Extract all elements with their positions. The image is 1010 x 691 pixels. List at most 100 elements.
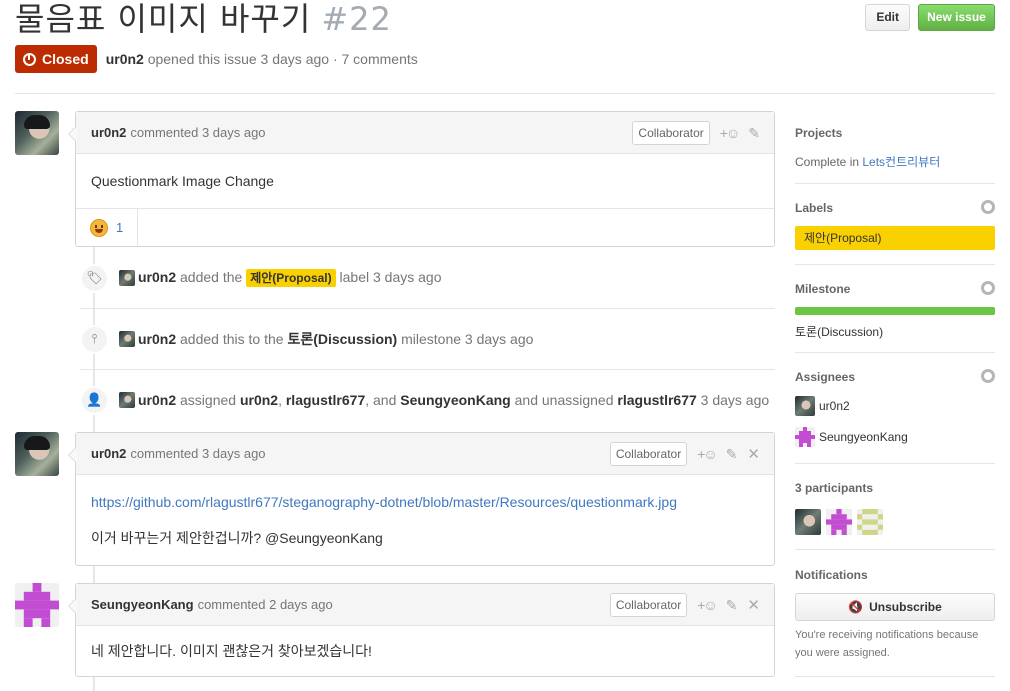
- issue-title-text: 물음표 이미지 바꾸기: [15, 0, 312, 38]
- reaction-smile-button[interactable]: 1: [76, 209, 139, 246]
- event-text: ur0n2 added this to the 토론(Discussion) m…: [138, 329, 533, 349]
- edit-button[interactable]: Edit: [865, 4, 910, 31]
- assignee-name: SeungyeonKang: [819, 430, 908, 444]
- timeline-event-milestone: ⫯ ur0n2 added this to the 토론(Discussion)…: [80, 319, 775, 359]
- issue-meta-text: ur0n2 opened this issue 3 days ago · 7 c…: [106, 51, 418, 67]
- avatar[interactable]: [15, 111, 59, 155]
- comment-timestamp[interactable]: commented 2 days ago: [198, 597, 333, 612]
- identicon-icon[interactable]: [826, 509, 852, 535]
- comment-author[interactable]: ur0n2: [91, 125, 126, 140]
- event-verb: and unassigned: [514, 392, 614, 408]
- participants-heading: 3 participants: [795, 481, 874, 495]
- issue-number: #22: [321, 0, 392, 38]
- labels-heading: Labels: [795, 201, 834, 215]
- sidebar-label-chip[interactable]: 제안(Proposal): [795, 226, 995, 250]
- edit-pencil-icon[interactable]: ✎: [726, 597, 738, 614]
- smile-emoji-icon: [90, 218, 108, 237]
- comment-actions: Collaborator +☺ ✎: [632, 112, 760, 154]
- comment-body: Questionmark Image Change: [91, 173, 274, 189]
- identicon-icon: [795, 427, 815, 447]
- add-reaction-icon[interactable]: +☺: [697, 446, 718, 462]
- assignees-heading: Assignees: [795, 370, 856, 384]
- issue-header: 물음표 이미지 바꾸기 #22 Edit New issue: [15, 0, 995, 40]
- issue-meta: Closed ur0n2 opened this issue 3 days ag…: [15, 45, 418, 73]
- avatar: [795, 396, 815, 416]
- assignee-link[interactable]: ur0n2: [240, 392, 278, 408]
- milestone-progress-bar: [795, 307, 995, 315]
- comment: ur0n2 commented 3 days ago Collaborator …: [68, 111, 775, 247]
- issue-author-link[interactable]: ur0n2: [106, 51, 144, 67]
- issue-meta-suffix: opened this issue 3 days ago · 7 comment…: [147, 51, 418, 67]
- close-icon[interactable]: ✕: [747, 596, 760, 614]
- comment: ur0n2 commented 3 days ago Collaborator …: [68, 432, 775, 566]
- add-reaction-icon[interactable]: +☺: [697, 597, 718, 613]
- event-actor[interactable]: ur0n2: [138, 392, 176, 408]
- resource-link[interactable]: https://github.com/rlagustlr677/steganog…: [91, 494, 677, 510]
- comment-actions: Collaborator +☺ ✎ ✕: [609, 584, 760, 626]
- assignee-item[interactable]: SeungyeonKang: [795, 427, 995, 447]
- new-issue-button[interactable]: New issue: [918, 4, 995, 31]
- assignee-item[interactable]: ur0n2: [795, 396, 995, 416]
- comment-header: ur0n2 commented 3 days ago Collaborator …: [76, 433, 774, 475]
- edit-pencil-icon[interactable]: ✎: [748, 125, 760, 142]
- avatar[interactable]: [119, 270, 135, 286]
- add-reaction-icon[interactable]: +☺: [720, 125, 741, 141]
- unsubscribe-button[interactable]: 🔇 Unsubscribe: [795, 593, 995, 621]
- event-suffix: 3 days ago: [700, 392, 770, 408]
- avatar[interactable]: [119, 392, 135, 408]
- label-chip[interactable]: 제안(Proposal): [246, 269, 336, 287]
- event-verb: added this to the: [180, 331, 284, 347]
- issue-sidebar: Projects Complete in Lets컨트리뷰터 Labels 제안…: [795, 112, 995, 677]
- identicon-icon: [15, 583, 59, 627]
- reactions-bar: 1: [76, 208, 774, 246]
- unassignee-link[interactable]: rlagustlr677: [617, 392, 696, 408]
- close-icon[interactable]: ✕: [747, 445, 760, 463]
- edit-pencil-icon[interactable]: ✎: [726, 446, 738, 463]
- milestone-link[interactable]: 토론(Discussion): [287, 331, 397, 347]
- notification-note: You're receiving notifications because y…: [795, 629, 979, 659]
- comment-text: 이거 바꾸는거 제안한겁니까? @SeungyeonKang: [91, 530, 383, 546]
- milestone-link[interactable]: 토론(Discussion): [795, 323, 995, 340]
- assignee-link[interactable]: SeungyeonKang: [400, 392, 510, 408]
- comment-author[interactable]: ur0n2: [91, 446, 126, 461]
- header-divider: [15, 93, 995, 94]
- project-link[interactable]: Lets컨트리뷰터: [862, 155, 940, 169]
- assignee-link[interactable]: rlagustlr677: [286, 392, 365, 408]
- projects-value: Complete in Lets컨트리뷰터: [795, 153, 995, 170]
- comment-timestamp[interactable]: commented 3 days ago: [130, 125, 265, 140]
- event-text: ur0n2 assigned ur0n2, rlagustlr677, and …: [138, 392, 769, 408]
- timeline-event-label: 🏷 ur0n2 added the 제안(Proposal) label 3 d…: [80, 258, 775, 298]
- participants-list: [795, 509, 995, 535]
- separator: ,: [278, 392, 282, 408]
- milestone-progress-fill: [795, 307, 995, 315]
- avatar[interactable]: [15, 583, 59, 627]
- gear-icon[interactable]: [981, 281, 995, 295]
- event-divider: [80, 308, 775, 309]
- reaction-count: 1: [116, 220, 124, 235]
- avatar[interactable]: [119, 331, 135, 347]
- comment-timestamp[interactable]: commented 3 days ago: [130, 446, 265, 461]
- collaborator-badge: Collaborator: [632, 121, 710, 145]
- comment-body: https://github.com/rlagustlr677/steganog…: [76, 475, 774, 565]
- mute-icon: 🔇: [848, 600, 864, 614]
- projects-heading: Projects: [795, 126, 843, 140]
- projects-prefix: Complete in: [795, 155, 860, 169]
- comment-actions: Collaborator +☺ ✎ ✕: [609, 433, 760, 475]
- state-label: Closed: [42, 51, 89, 67]
- event-actor[interactable]: ur0n2: [138, 331, 176, 347]
- separator: , and: [365, 392, 397, 408]
- avatar[interactable]: [795, 509, 821, 535]
- event-divider: [80, 369, 775, 370]
- state-badge: Closed: [15, 45, 97, 73]
- sidebar-labels: Labels 제안(Proposal): [795, 184, 995, 265]
- milestone-icon: ⫯: [80, 324, 109, 354]
- avatar[interactable]: [15, 432, 59, 476]
- identicon-icon[interactable]: [857, 509, 883, 535]
- comment-author[interactable]: SeungyeonKang: [91, 597, 194, 612]
- event-actor[interactable]: ur0n2: [138, 269, 176, 285]
- notifications-heading: Notifications: [795, 568, 868, 582]
- issue-closed-icon: [23, 52, 36, 66]
- comment-header: ur0n2 commented 3 days ago Collaborator …: [76, 112, 774, 154]
- gear-icon[interactable]: [981, 200, 995, 214]
- gear-icon[interactable]: [981, 369, 995, 383]
